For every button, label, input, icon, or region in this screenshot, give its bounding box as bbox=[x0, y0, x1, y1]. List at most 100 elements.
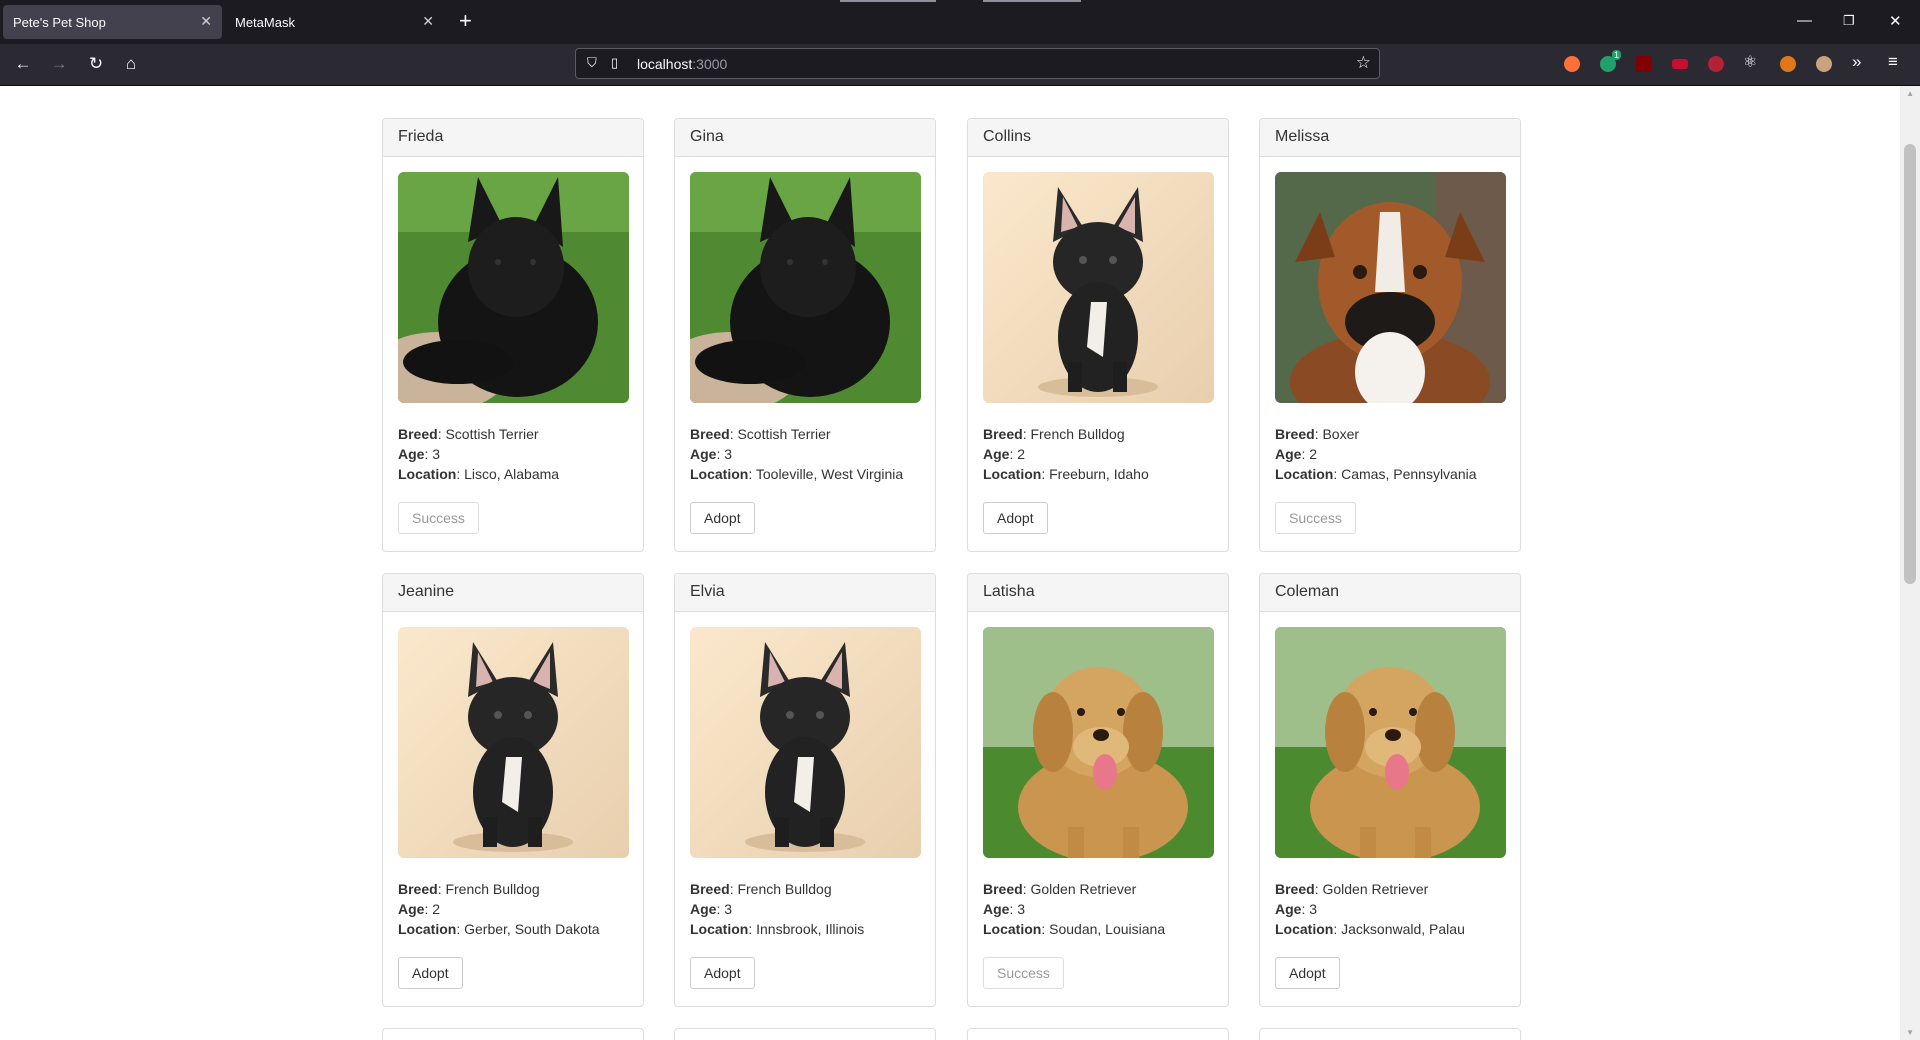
age-label: Age bbox=[690, 901, 717, 917]
age-value: 3 bbox=[724, 901, 733, 917]
location-label: Location bbox=[690, 921, 749, 937]
pet-card: Melissa Breed: Boxer Age: 2 Location: Camas… bbox=[1259, 118, 1521, 552]
scrollbar-thumb[interactable] bbox=[1904, 144, 1916, 584]
react-devtools-icon[interactable]: ⚛ bbox=[1743, 52, 1757, 72]
location-value: Lisco, Alabama bbox=[464, 466, 560, 482]
breed-value: Scottish Terrier bbox=[445, 426, 539, 442]
metamask-fox-icon[interactable] bbox=[1780, 56, 1796, 72]
url-port: :3000 bbox=[692, 56, 728, 72]
close-tab-icon[interactable]: ✕ bbox=[200, 13, 212, 30]
breed-value: Scottish Terrier bbox=[737, 426, 831, 442]
location-value: Tooleville, West Virginia bbox=[755, 466, 904, 482]
flag-extension-icon[interactable] bbox=[1708, 56, 1724, 72]
pet-name: Coleman bbox=[1260, 574, 1520, 612]
pet-card-partial bbox=[967, 1028, 1229, 1040]
restore-icon[interactable]: ❐ bbox=[1843, 13, 1855, 29]
location-label: Location bbox=[690, 466, 749, 482]
sync-extension-icon[interactable]: 1 bbox=[1600, 50, 1621, 72]
video-extension-icon[interactable] bbox=[1672, 59, 1688, 69]
duckduckgo-extension-icon[interactable] bbox=[1564, 56, 1580, 72]
pet-name: Collins bbox=[968, 119, 1228, 157]
reload-icon[interactable]: ↻ bbox=[84, 52, 108, 76]
pet-card: Gina Breed: Scottish Terrier Age: 3 Locatio… bbox=[674, 118, 936, 552]
location-line: Location: Camas, Pennsylvania bbox=[1275, 466, 1477, 482]
pet-card: Coleman Breed: Golden Retriever Age: 3 Loca… bbox=[1259, 573, 1521, 1007]
breed-line: Breed: Boxer bbox=[1275, 426, 1360, 442]
vertical-scrollbar[interactable]: ▲ ▼ bbox=[1900, 86, 1920, 1040]
adopted-success-button[interactable]: Success bbox=[1275, 502, 1356, 534]
location-line: Location: Jacksonwald, Palau bbox=[1275, 921, 1465, 937]
adopt-button[interactable]: Adopt bbox=[690, 502, 755, 534]
scroll-up-arrow-icon[interactable]: ▲ bbox=[1906, 89, 1914, 98]
age-label: Age bbox=[398, 901, 425, 917]
adopt-button[interactable]: Adopt bbox=[1275, 957, 1340, 989]
pet-photo-french-bulldog bbox=[690, 627, 921, 858]
age-label: Age bbox=[1275, 446, 1302, 462]
location-value: Gerber, South Dakota bbox=[464, 921, 600, 937]
pet-name: Jeanine bbox=[383, 574, 643, 612]
breed-label: Breed bbox=[398, 881, 438, 897]
adopt-button[interactable]: Adopt bbox=[690, 957, 755, 989]
pet-card: Frieda Breed: Scottish Terrier Age: 3 Locat… bbox=[382, 118, 644, 552]
adopt-button[interactable]: Adopt bbox=[398, 957, 463, 989]
adopted-success-button[interactable]: Success bbox=[983, 957, 1064, 989]
breed-label: Breed bbox=[690, 426, 730, 442]
breed-label: Breed bbox=[398, 426, 438, 442]
tab-title: MetaMask bbox=[235, 14, 295, 30]
close-window-icon[interactable]: ✕ bbox=[1889, 12, 1902, 30]
close-tab-icon[interactable]: ✕ bbox=[422, 13, 434, 30]
location-line: Location: Lisco, Alabama bbox=[398, 466, 560, 482]
url-text[interactable]: localhost:3000 bbox=[637, 56, 727, 72]
bookmark-star-icon[interactable]: ☆ bbox=[1356, 53, 1371, 73]
age-line: Age: 3 bbox=[690, 901, 733, 917]
breed-label: Breed bbox=[690, 881, 730, 897]
age-line: Age: 3 bbox=[1275, 901, 1318, 917]
pet-details: Breed: Scottish Terrier Age: 3 Location: L… bbox=[398, 424, 559, 484]
location-line: Location: Innsbrook, Illinois bbox=[690, 921, 865, 937]
pet-photo-golden-retriever bbox=[983, 627, 1214, 858]
extension-badge: 1 bbox=[1611, 50, 1621, 60]
breed-value: Boxer bbox=[1322, 426, 1360, 442]
location-value: Freeburn, Idaho bbox=[1049, 466, 1149, 482]
drag-indicator bbox=[983, 0, 1081, 2]
age-line: Age: 2 bbox=[1275, 446, 1318, 462]
tab-metamask[interactable]: MetaMask ✕ bbox=[225, 5, 444, 39]
location-label: Location bbox=[1275, 921, 1334, 937]
home-icon[interactable]: ⌂ bbox=[119, 52, 143, 76]
minimize-icon[interactable]: — bbox=[1797, 12, 1812, 29]
tab-title: Pete's Pet Shop bbox=[13, 14, 106, 30]
ublock-origin-icon[interactable] bbox=[1636, 56, 1652, 72]
age-value: 3 bbox=[432, 446, 441, 462]
scroll-down-arrow-icon[interactable]: ▼ bbox=[1906, 1028, 1914, 1037]
extension-avatar-icon[interactable] bbox=[1816, 56, 1832, 72]
location-label: Location bbox=[1275, 466, 1334, 482]
back-arrow-icon[interactable]: ← bbox=[11, 52, 35, 76]
adopt-button[interactable]: Adopt bbox=[983, 502, 1048, 534]
age-value: 2 bbox=[1309, 446, 1318, 462]
more-tools-chevron-icon[interactable]: » bbox=[1852, 52, 1861, 72]
pet-details: Breed: Golden Retriever Age: 3 Location: S… bbox=[983, 879, 1165, 939]
navigation-toolbar: ← → ↻ ⌂ ⛉ ▯ localhost:3000 ☆ 1 ⚛ » ≡ bbox=[0, 44, 1920, 86]
pet-photo-boxer bbox=[1275, 172, 1506, 403]
new-tab-plus-icon[interactable]: + bbox=[459, 9, 472, 33]
pet-photo-scottish-terrier bbox=[398, 172, 629, 403]
location-label: Location bbox=[398, 466, 457, 482]
page-icon: ▯ bbox=[611, 55, 619, 70]
age-value: 3 bbox=[724, 446, 733, 462]
pet-details: Breed: French Bulldog Age: 2 Location: Ger… bbox=[398, 879, 600, 939]
pet-name: Melissa bbox=[1260, 119, 1520, 157]
pet-card: Latisha Breed: Golden Retriever Age: 3 Loca… bbox=[967, 573, 1229, 1007]
forward-arrow-icon[interactable]: → bbox=[47, 52, 71, 76]
menu-hamburger-icon[interactable]: ≡ bbox=[1888, 52, 1898, 72]
breed-line: Breed: French Bulldog bbox=[983, 426, 1125, 442]
pet-name: Gina bbox=[675, 119, 935, 157]
address-bar[interactable]: ⛉ ▯ localhost:3000 ☆ bbox=[575, 48, 1380, 79]
tab-petes-pet-shop[interactable]: Pete's Pet Shop ✕ bbox=[3, 5, 222, 39]
shield-icon[interactable]: ⛉ bbox=[587, 55, 597, 71]
age-label: Age bbox=[983, 901, 1010, 917]
location-line: Location: Tooleville, West Virginia bbox=[690, 466, 904, 482]
adopted-success-button[interactable]: Success bbox=[398, 502, 479, 534]
pet-name: Latisha bbox=[968, 574, 1228, 612]
age-line: Age: 3 bbox=[398, 446, 441, 462]
pet-photo-french-bulldog bbox=[983, 172, 1214, 403]
